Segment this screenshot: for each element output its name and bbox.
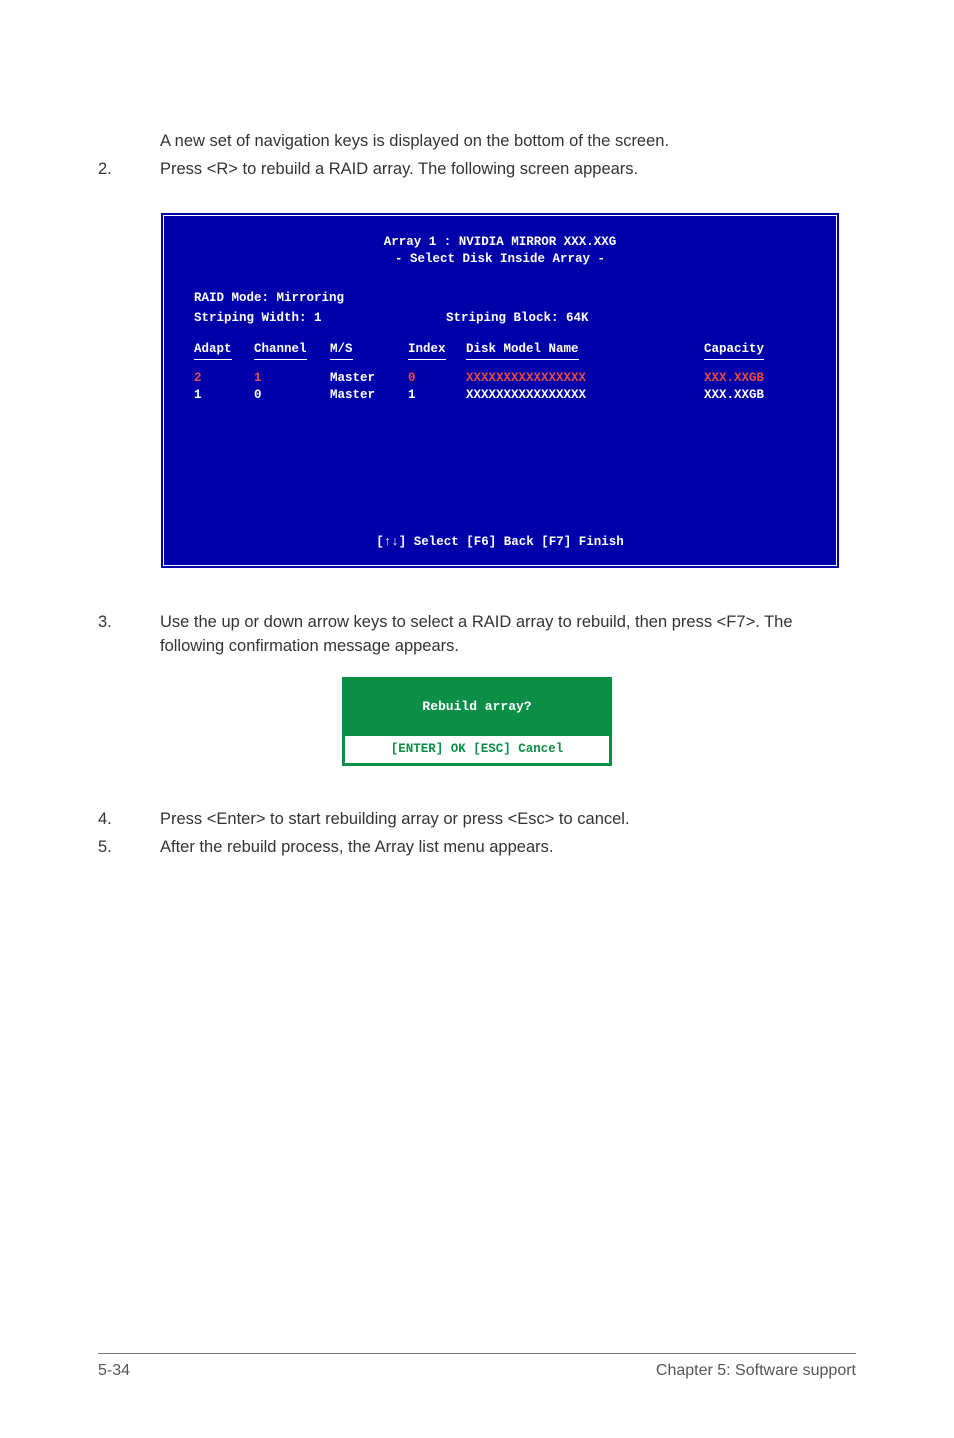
striping-block-label: Striping Block: <box>446 311 559 325</box>
header-model: Disk Model Name <box>466 341 579 360</box>
step-5: 5. After the rebuild process, the Array … <box>98 836 856 860</box>
cell-channel: 0 <box>254 387 330 404</box>
striping-block-value: 64K <box>566 311 589 325</box>
header-channel: Channel <box>254 341 307 360</box>
footer-page-number: 5-34 <box>98 1362 130 1380</box>
bios-raid-mode: RAID Mode: Mirroring <box>178 290 822 307</box>
bios-title: Array 1 : NVIDIA MIRROR XXX.XXG - Select… <box>178 234 822 268</box>
bios-striping: Striping Width: 1 Striping Block: 64K <box>178 310 822 327</box>
dialog-title: Rebuild array? <box>342 677 612 736</box>
step-4-number: 4. <box>98 808 160 832</box>
bios-title-line2: - Select Disk Inside Array - <box>178 251 822 268</box>
raid-mode-label: RAID Mode: <box>194 291 269 305</box>
intro-text: A new set of navigation keys is displaye… <box>160 130 856 154</box>
header-capacity: Capacity <box>704 341 764 360</box>
header-index: Index <box>408 341 446 360</box>
step-2: 2. Press <R> to rebuild a RAID array. Th… <box>98 158 856 182</box>
step-4-text: Press <Enter> to start rebuilding array … <box>160 808 856 832</box>
header-adapt: Adapt <box>194 341 232 360</box>
cell-adapt: 1 <box>194 387 254 404</box>
cell-model: XXXXXXXXXXXXXXXX <box>466 387 704 404</box>
striping-width-label: Striping Width: <box>194 311 307 325</box>
cell-ms: Master <box>330 387 408 404</box>
step-4: 4. Press <Enter> to start rebuilding arr… <box>98 808 856 832</box>
table-row: 2 1 Master 0 XXXXXXXXXXXXXXXX XXX.XXGB <box>178 370 822 387</box>
cell-index: 0 <box>408 370 466 387</box>
cell-channel: 1 <box>254 370 330 387</box>
cell-ms: Master <box>330 370 408 387</box>
bios-table-header: Adapt Channel M/S Index Disk Model Name … <box>178 341 822 360</box>
step-3-text: Use the up or down arrow keys to select … <box>160 611 856 659</box>
bios-footer-keys: [↑↓] Select [F6] Back [F7] Finish <box>178 534 822 555</box>
confirm-dialog: Rebuild array? [ENTER] OK [ESC] Cancel <box>342 677 612 766</box>
striping-width-value: 1 <box>314 311 322 325</box>
cell-adapt: 2 <box>194 370 254 387</box>
cell-capacity: XXX.XXGB <box>704 387 794 404</box>
bios-screen: Array 1 : NVIDIA MIRROR XXX.XXG - Select… <box>160 212 840 569</box>
dialog-buttons: [ENTER] OK [ESC] Cancel <box>342 736 612 766</box>
footer-chapter: Chapter 5: Software support <box>656 1362 856 1380</box>
table-row: 1 0 Master 1 XXXXXXXXXXXXXXXX XXX.XXGB <box>178 387 822 404</box>
step-2-text: Press <R> to rebuild a RAID array. The f… <box>160 158 856 182</box>
cell-capacity: XXX.XXGB <box>704 370 794 387</box>
step-3-number: 3. <box>98 611 160 659</box>
step-2-number: 2. <box>98 158 160 182</box>
step-3: 3. Use the up or down arrow keys to sele… <box>98 611 856 659</box>
cell-index: 1 <box>408 387 466 404</box>
step-5-text: After the rebuild process, the Array lis… <box>160 836 856 860</box>
header-ms: M/S <box>330 341 353 360</box>
raid-mode-value: Mirroring <box>277 291 345 305</box>
step-5-number: 5. <box>98 836 160 860</box>
cell-model: XXXXXXXXXXXXXXXX <box>466 370 704 387</box>
bios-title-line1: Array 1 : NVIDIA MIRROR XXX.XXG <box>178 234 822 251</box>
page-footer: 5-34 Chapter 5: Software support <box>98 1353 856 1380</box>
